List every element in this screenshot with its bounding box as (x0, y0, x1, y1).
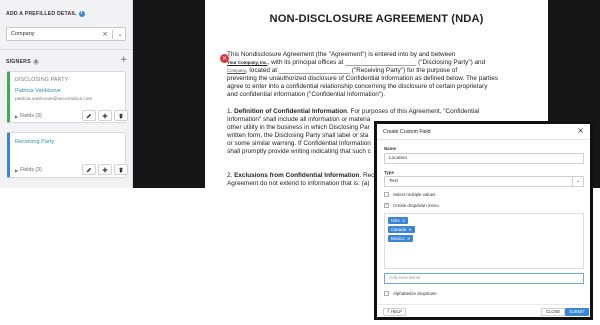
help-label: HELP (391, 309, 403, 314)
pencil-icon (86, 113, 92, 118)
signer-card-actions (80, 164, 128, 175)
chevron-down-icon[interactable]: ⌄ (572, 177, 583, 186)
dropdown-items-list: USA ✕ Canada ✕ Mexico ✕ (384, 213, 584, 269)
multi-select-option[interactable]: Select multiple values (384, 192, 435, 197)
tag-label: Canada (391, 227, 407, 232)
signer-name[interactable]: Receiving Party (15, 139, 54, 145)
multi-select-checkbox[interactable] (384, 192, 389, 197)
doc-text: . Rec (359, 172, 375, 179)
close-icon[interactable]: × (577, 126, 584, 135)
doc-line: 2. Exclusions from Confidential Informat… (227, 172, 374, 180)
prefilled-detail-header: ADD A PREFILLED DETAIL i (6, 11, 85, 17)
section-heading: Exclusions from Confidential Information (234, 172, 360, 179)
receiving-company-field[interactable]: Company (227, 68, 246, 73)
dropdown-item-tag[interactable]: Mexico ✕ (388, 235, 414, 242)
remove-tag-icon[interactable]: ✕ (407, 236, 410, 241)
doc-line: Your Company, Inc., with its principal o… (227, 59, 485, 67)
signer-card-receiving-party[interactable]: Receiving Party ▶ Fields (3) (7, 132, 128, 178)
modal-title: Create Custom Field (383, 129, 431, 135)
doc-line: other utility in the business in which D… (227, 124, 370, 131)
clear-icon[interactable]: × (100, 30, 110, 38)
add-item-input[interactable]: Add new items (384, 273, 584, 284)
trash-icon (119, 167, 123, 172)
tag-label: USA (391, 218, 400, 223)
info-icon[interactable]: i (78, 11, 85, 17)
dropdown-label: Create dropdown menu (393, 203, 439, 208)
prefilled-detail-value: Company (11, 31, 35, 37)
add-field-button[interactable] (98, 110, 112, 121)
doc-line: Agreement do not extend to information t… (227, 180, 370, 187)
prefilled-detail-title: ADD A PREFILLED DETAIL (6, 11, 77, 17)
chevron-right-icon: ▶ (15, 113, 19, 119)
plus-icon (102, 113, 108, 118)
delete-signer-button[interactable] (114, 110, 128, 121)
doc-text: . For purposes of this Agreement, "Confi… (347, 108, 480, 115)
plus-icon (102, 167, 108, 172)
signer-fields-label: Fields (3) (20, 167, 42, 173)
multi-select-label: Select multiple values (393, 192, 436, 197)
signer-fields-toggle[interactable]: ▶ Fields (3) (15, 113, 42, 119)
doc-line: written form, the Disclosing Party shall… (227, 132, 369, 139)
dropdown-item-tag[interactable]: USA ✕ (388, 217, 409, 224)
type-select[interactable]: Text ⌄ (384, 176, 584, 187)
add-signer-icon[interactable]: + (120, 55, 128, 65)
alphabetize-label: Alphabetize dropdown (393, 291, 437, 296)
alphabetize-option[interactable]: Alphabetize dropdown (384, 291, 436, 296)
signer-email: patricia.vanhoove@securedocs.com (15, 97, 93, 102)
edit-signer-button[interactable] (82, 110, 96, 121)
signer-card-actions (80, 110, 128, 121)
signers-count-badge: 2 (32, 59, 40, 65)
doc-line: This Nondisclosure Agreement (the "Agree… (227, 51, 456, 58)
dropdown-checkbox[interactable]: ✓ (384, 203, 389, 208)
tag-label: Mexico (391, 236, 405, 241)
doc-line: shall promptly provide writing indicatin… (227, 148, 371, 155)
pencil-icon (86, 167, 92, 172)
signer-name[interactable]: Patricia VanHoove (15, 88, 61, 94)
name-label: Name (384, 146, 396, 151)
sidebar-divider (0, 49, 133, 50)
error-icon[interactable]: × (220, 54, 229, 63)
remove-tag-icon[interactable]: ✕ (402, 218, 405, 223)
alphabetize-checkbox[interactable] (384, 291, 389, 296)
type-value: Text (389, 179, 398, 184)
doc-line: Information" shall include all informati… (227, 116, 371, 123)
section-heading: Definition of Confidential Information (234, 108, 347, 115)
doc-line: 1. Definition of Confidential Informatio… (227, 108, 479, 116)
sidebar: ADD A PREFILLED DETAIL i Company × ⌄ SIG… (0, 0, 133, 188)
remove-tag-icon[interactable]: ✕ (408, 227, 411, 232)
signer-fields-label: Fields (3) (20, 113, 42, 119)
add-field-button[interactable] (98, 164, 112, 175)
signer-role-caption: DISCLOSING PARTY (15, 77, 69, 83)
signer-card-disclosing-party[interactable]: DISCLOSING PARTY Patricia VanHoove patri… (7, 71, 128, 123)
edit-signer-button[interactable] (82, 164, 96, 175)
doc-text: , with its principal offices at ________… (267, 59, 486, 66)
signers-title: SIGNERS (6, 59, 31, 65)
submit-button[interactable]: SUBMIT (565, 308, 589, 316)
doc-line: and confidential information ("Confident… (227, 91, 385, 98)
close-button[interactable]: CLOSE (541, 308, 566, 316)
document-title: NON-DISCLOSURE AGREEMENT (NDA) (269, 13, 484, 25)
doc-line: or some similar warning. If Confidential… (227, 140, 371, 147)
company-field[interactable]: Your Company, Inc. (227, 60, 268, 65)
dropdown-item-tag[interactable]: Canada ✕ (388, 226, 415, 233)
create-custom-field-modal: Create Custom Field × Name Location Type… (374, 121, 593, 320)
doc-text: , located at ____________________ ("Rece… (245, 67, 458, 74)
chevron-right-icon: ▶ (15, 167, 19, 173)
modal-header: Create Custom Field × (377, 124, 590, 140)
type-label: Type (384, 170, 394, 175)
select-separator (112, 29, 113, 39)
delete-signer-button[interactable] (114, 164, 128, 175)
prefilled-detail-select[interactable]: Company × ⌄ (6, 27, 126, 41)
signer-fields-toggle[interactable]: ▶ Fields (3) (15, 167, 42, 173)
chevron-down-icon[interactable]: ⌄ (115, 31, 125, 38)
help-icon: ? (387, 309, 390, 314)
trash-icon (119, 113, 123, 118)
dropdown-option[interactable]: ✓ Create dropdown menu (384, 203, 439, 208)
doc-line: Company, located at ____________________… (227, 67, 457, 75)
doc-line: preventing the unauthorized disclosure o… (227, 75, 498, 82)
name-input[interactable]: Location (384, 153, 584, 164)
signers-header: SIGNERS 2 (6, 59, 40, 65)
help-button[interactable]: ? HELP (383, 308, 407, 316)
doc-line: agree to enter into a confidential relat… (227, 83, 488, 90)
